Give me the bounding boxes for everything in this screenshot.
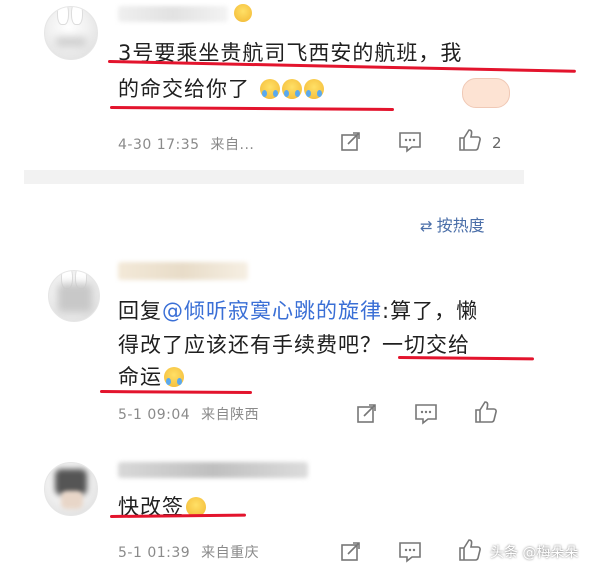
comment-meta: 5-1 09:04 来自陕西 bbox=[118, 404, 259, 424]
badge-emoji-icon bbox=[234, 4, 252, 22]
avatar[interactable] bbox=[44, 6, 98, 60]
comment-time: 5-1 09:04 bbox=[118, 407, 191, 423]
comment-time: 5-1 01:39 bbox=[118, 545, 191, 561]
avatar[interactable] bbox=[44, 462, 98, 516]
comment-location: 来自重庆 bbox=[201, 545, 260, 561]
comment-time: 4-30 17:35 bbox=[118, 137, 200, 153]
section-divider bbox=[24, 170, 524, 184]
comment-location: 来自陕西 bbox=[201, 407, 260, 423]
comment-text-line2: 得改了应该还有手续费吧？一切交给 bbox=[118, 333, 470, 357]
comment-meta: 4-30 17:35 来自... bbox=[118, 134, 254, 154]
crying-emoji-icon bbox=[281, 79, 302, 99]
reply-prefix: 回复 bbox=[118, 299, 162, 323]
comment-text-line: 的命交给你了 bbox=[118, 72, 324, 106]
avatar[interactable] bbox=[48, 270, 100, 322]
username-blurred[interactable] bbox=[118, 262, 248, 280]
comment-text-line3: 命运 bbox=[118, 365, 162, 389]
sort-by-heat-button[interactable]: ⇄ 按热度 bbox=[420, 212, 485, 236]
crying-emoji-icon bbox=[164, 367, 184, 387]
sticker-icon bbox=[462, 78, 510, 108]
comment-text-line2: 的命交给你了 bbox=[118, 77, 250, 101]
like-count: 2 bbox=[492, 134, 503, 152]
share-icon[interactable] bbox=[340, 540, 362, 562]
crying-emoji-icon bbox=[303, 79, 324, 99]
username-blurred[interactable] bbox=[118, 6, 228, 22]
username-blurred[interactable] bbox=[118, 462, 308, 478]
thumbs-up-icon[interactable] bbox=[474, 400, 498, 424]
sort-label: 按热度 bbox=[436, 216, 485, 235]
comment-meta: 5-1 01:39 来自重庆 bbox=[118, 542, 259, 562]
comment-location: 来自... bbox=[210, 137, 255, 153]
comment-icon[interactable] bbox=[398, 131, 422, 153]
comment-icon[interactable] bbox=[398, 541, 422, 563]
sort-icon: ⇄ bbox=[420, 217, 433, 235]
share-icon[interactable] bbox=[340, 130, 362, 152]
comment-text-line1: :算了，懒 bbox=[382, 299, 479, 323]
comment-text: 回复@倾听寂寞心跳的旋律:算了，懒 bbox=[118, 294, 478, 328]
crying-emoji-icon bbox=[259, 79, 280, 99]
highlight-line bbox=[109, 106, 395, 111]
thumbs-up-icon[interactable] bbox=[458, 538, 482, 562]
comment-text-line: 命运 bbox=[118, 360, 184, 394]
watermark: 头条 @梅朵朵 bbox=[490, 545, 579, 561]
comment-icon[interactable] bbox=[414, 403, 438, 425]
thumbs-up-icon[interactable] bbox=[458, 128, 482, 152]
share-icon[interactable] bbox=[356, 402, 378, 424]
comment-text: 快改签 bbox=[118, 490, 206, 524]
mention-link[interactable]: @倾听寂寞心跳的旋律 bbox=[162, 299, 382, 323]
